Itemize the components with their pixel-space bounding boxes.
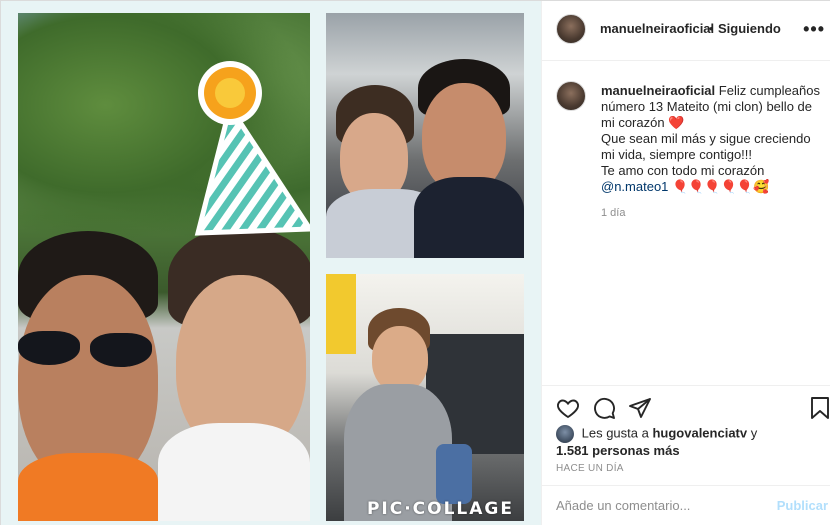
man-jacket xyxy=(414,177,524,258)
sunglasses-right xyxy=(90,333,152,367)
bookmark-icon[interactable] xyxy=(808,396,830,420)
caption-block: manuelneiraoficial Feliz cumpleaños núme… xyxy=(542,61,830,386)
child-jeans xyxy=(436,444,472,504)
header-username[interactable]: manuelneiraoficial xyxy=(600,21,714,36)
likes-conj: y xyxy=(750,425,758,441)
caption-text: manuelneiraoficial Feliz cumpleaños núme… xyxy=(601,83,823,195)
likes-summary: Les gusta a hugovalenciatv y 1.581 perso… xyxy=(556,425,826,459)
heart-emoji: ❤️ xyxy=(668,115,685,130)
header-separator: • xyxy=(709,21,714,36)
avatar[interactable] xyxy=(556,14,586,44)
man-orange-shirt xyxy=(18,453,158,521)
post-date[interactable]: HACE UN DÍA xyxy=(556,463,624,474)
party-hat-sticker xyxy=(194,61,310,236)
comment-bar: Publicar xyxy=(542,485,830,525)
action-bar xyxy=(542,385,830,425)
share-icon[interactable] xyxy=(628,396,652,420)
boy-white-shirt xyxy=(158,423,310,521)
comment-icon[interactable] xyxy=(592,396,616,420)
caption-mention-link[interactable]: @n.mateo1 xyxy=(601,179,668,194)
child-face xyxy=(372,326,428,392)
post-details-panel: manuelneiraoficial • Siguiendo ••• manue… xyxy=(541,1,830,525)
comment-input[interactable] xyxy=(556,498,766,513)
collage-photo-car xyxy=(326,13,524,258)
publish-button[interactable]: Publicar xyxy=(777,498,828,513)
caption-avatar[interactable] xyxy=(556,81,586,111)
likes-user-link[interactable]: hugovalenciatv xyxy=(652,425,747,440)
cockpit-light xyxy=(326,274,356,354)
caption-username[interactable]: manuelneiraoficial xyxy=(601,83,715,98)
caption-line2: Que sean mil más y sigue creciendo mi vi… xyxy=(601,131,811,162)
likes-prefix: Les gusta a xyxy=(581,425,649,441)
liker-avatar[interactable] xyxy=(556,425,574,443)
post-image[interactable]: PIC·COLLAGE xyxy=(1,1,541,525)
heart-icon[interactable] xyxy=(556,396,580,420)
likes-count-link[interactable]: 1.581 personas más xyxy=(556,443,680,458)
caption-timestamp[interactable]: 1 día xyxy=(601,207,625,219)
post-header: manuelneiraoficial • Siguiendo ••• xyxy=(542,1,830,61)
sunglasses-left xyxy=(18,331,80,365)
instagram-post: PIC·COLLAGE manuelneiraoficial • Siguien… xyxy=(0,0,830,525)
collage-photo-cockpit: PIC·COLLAGE xyxy=(326,274,524,521)
watermark-text: PIC·COLLAGE xyxy=(366,499,514,519)
caption-line3: Te amo con todo mi corazón xyxy=(601,163,765,178)
more-icon[interactable]: ••• xyxy=(803,19,825,40)
follow-status-button[interactable]: Siguiendo xyxy=(718,21,781,36)
collage-photo-birthday xyxy=(18,13,310,521)
balloon-emojis: 🎈🎈🎈🎈🎈🥰 xyxy=(672,179,770,194)
